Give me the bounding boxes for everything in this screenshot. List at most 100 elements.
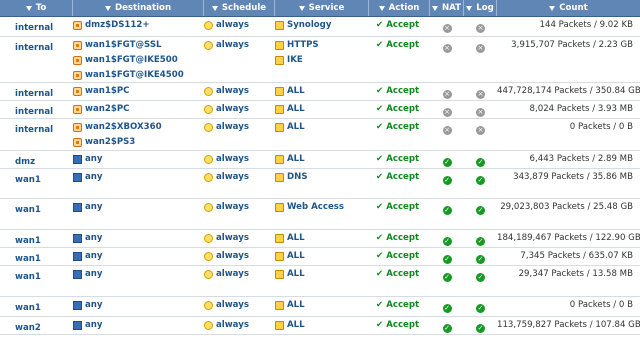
to-interface[interactable]: dmz [15, 157, 35, 167]
destination-item[interactable]: any [73, 298, 204, 313]
schedule-link[interactable]: always [204, 231, 275, 246]
destination-item[interactable]: any [73, 249, 204, 264]
filter-icon[interactable] [549, 5, 556, 11]
service-item[interactable]: ALL [275, 267, 369, 282]
to-cell[interactable]: wan1 [0, 266, 73, 296]
to-interface[interactable]: internal [15, 43, 53, 53]
service-item[interactable]: HTTPS [275, 38, 369, 53]
table-row[interactable]: internal wan2$PC always ALL ✔ Accept × × 8,024 P… [0, 101, 640, 119]
destination-item[interactable]: wan2$XBOX360 [73, 120, 204, 135]
schedule-icon [204, 301, 213, 310]
service-item[interactable]: ALL [275, 84, 369, 99]
service-item[interactable]: ALL [275, 318, 369, 333]
destination-item[interactable]: wan1$FGT@IKE500 [73, 53, 204, 68]
column-count[interactable]: Count [497, 0, 640, 16]
table-row[interactable]: wan1 any always Web Access ✔ Accept ✓ ✓ 29,023,8… [0, 199, 640, 230]
service-item[interactable]: DNS [275, 170, 369, 185]
destination-item[interactable]: dmz$DS112+ [73, 18, 204, 33]
table-row[interactable]: internal wan2$XBOX360 wan2$PS3 always ALL ✔ Ac… [0, 119, 640, 151]
to-cell[interactable]: internal [0, 101, 73, 118]
to-interface[interactable]: wan1 [15, 236, 41, 246]
destination-item[interactable]: wan1$FGT@IKE4500 [73, 68, 204, 82]
to-cell[interactable]: wan1 [0, 230, 73, 247]
destination-item[interactable]: wan2$PC [73, 102, 204, 117]
to-cell[interactable]: wan1 [0, 199, 73, 229]
to-interface[interactable]: internal [15, 125, 53, 135]
to-cell[interactable]: wan1 [0, 169, 73, 198]
to-interface[interactable]: wan1 [15, 205, 41, 215]
service-item[interactable]: IKE [275, 53, 369, 68]
column-nat[interactable]: NAT [430, 0, 464, 16]
schedule-link[interactable]: always [204, 18, 275, 33]
destination-item[interactable]: wan2$PS3 [73, 135, 204, 150]
filter-icon[interactable] [25, 5, 32, 11]
service-item[interactable]: ALL [275, 231, 369, 246]
destination-item[interactable]: any [73, 267, 204, 282]
table-row[interactable]: internal dmz$DS112+ always Synology ✔ Accept ×… [0, 17, 640, 37]
schedule-link[interactable]: always [204, 84, 275, 99]
filter-icon[interactable] [298, 5, 305, 11]
destination-label: any [85, 320, 103, 330]
column-service[interactable]: Service [275, 0, 369, 16]
destination-item[interactable]: any [73, 152, 204, 167]
destination-item[interactable]: any [73, 170, 204, 185]
to-interface[interactable]: wan1 [15, 175, 41, 185]
table-row[interactable]: wan1 any always ALL ✔ Accept ✓ ✓ 0 Packets / 0 B [0, 297, 640, 317]
schedule-link[interactable]: always [204, 152, 275, 167]
to-interface[interactable]: wan2 [15, 323, 41, 333]
column-schedule[interactable]: Schedule [204, 0, 275, 16]
to-cell[interactable]: internal [0, 83, 73, 100]
table-row[interactable]: internal wan1$FGT@SSL wan1$FGT@IKE500 wan1$… [0, 37, 640, 83]
service-item[interactable]: ALL [275, 298, 369, 313]
filter-icon[interactable] [211, 5, 218, 11]
schedule-link[interactable]: always [204, 102, 275, 117]
column-action[interactable]: Action [369, 0, 430, 16]
to-interface[interactable]: internal [15, 107, 53, 117]
service-item[interactable]: ALL [275, 102, 369, 117]
filter-icon[interactable] [466, 5, 473, 11]
service-item[interactable]: ALL [275, 152, 369, 167]
schedule-link[interactable]: always [204, 249, 275, 264]
table-row[interactable]: wan1 any always DNS ✔ Accept ✓ ✓ 343,879 Packets… [0, 169, 640, 199]
service-item[interactable]: Web Access [275, 200, 369, 215]
to-cell[interactable]: wan1 [0, 297, 73, 316]
table-row[interactable]: wan1 any always ALL ✔ Accept ✓ ✓ 29,347 Packets … [0, 266, 640, 297]
destination-item[interactable]: any [73, 318, 204, 333]
table-row[interactable]: wan1 any always ALL ✔ Accept ✓ ✓ 184,189,467 Pac… [0, 230, 640, 248]
table-row[interactable]: internal wan1$PC always ALL ✔ Accept × × 447,728… [0, 83, 640, 101]
to-cell[interactable]: internal [0, 119, 73, 150]
filter-icon[interactable] [431, 5, 438, 11]
to-cell[interactable]: wan1 [0, 248, 73, 265]
destination-item[interactable]: any [73, 200, 204, 215]
service-item[interactable]: Synology [275, 18, 369, 33]
to-interface[interactable]: wan1 [15, 272, 41, 282]
table-row[interactable]: wan1 any always ALL ✔ Accept ✓ ✓ 7,345 Packets /… [0, 248, 640, 266]
schedule-link[interactable]: always [204, 170, 275, 185]
schedule-link[interactable]: always [204, 318, 275, 333]
service-item[interactable]: ALL [275, 249, 369, 264]
table-row[interactable]: dmz any always ALL ✔ Accept ✓ ✓ 6,443 Packets / … [0, 151, 640, 169]
service-item[interactable]: ALL [275, 120, 369, 135]
column-to[interactable]: To [0, 0, 73, 16]
schedule-link[interactable]: always [204, 200, 275, 215]
to-interface[interactable]: wan1 [15, 303, 41, 313]
table-row[interactable]: wan2 any always ALL ✔ Accept ✓ ✓ 113,759,827 Pac… [0, 317, 640, 335]
to-cell[interactable]: internal [0, 17, 73, 36]
schedule-link[interactable]: always [204, 38, 275, 53]
schedule-link[interactable]: always [204, 267, 275, 282]
to-interface[interactable]: internal [15, 23, 53, 33]
to-interface[interactable]: wan1 [15, 254, 41, 264]
column-destination[interactable]: Destination [73, 0, 204, 16]
column-log[interactable]: Log [464, 0, 497, 16]
schedule-link[interactable]: always [204, 120, 275, 135]
schedule-link[interactable]: always [204, 298, 275, 313]
to-cell[interactable]: internal [0, 37, 73, 82]
to-cell[interactable]: dmz [0, 151, 73, 168]
to-cell[interactable]: wan2 [0, 317, 73, 334]
to-interface[interactable]: internal [15, 89, 53, 99]
destination-item[interactable]: wan1$FGT@SSL [73, 38, 204, 53]
destination-item[interactable]: any [73, 231, 204, 246]
filter-icon[interactable] [378, 5, 385, 11]
destination-item[interactable]: wan1$PC [73, 84, 204, 99]
filter-icon[interactable] [104, 5, 111, 11]
